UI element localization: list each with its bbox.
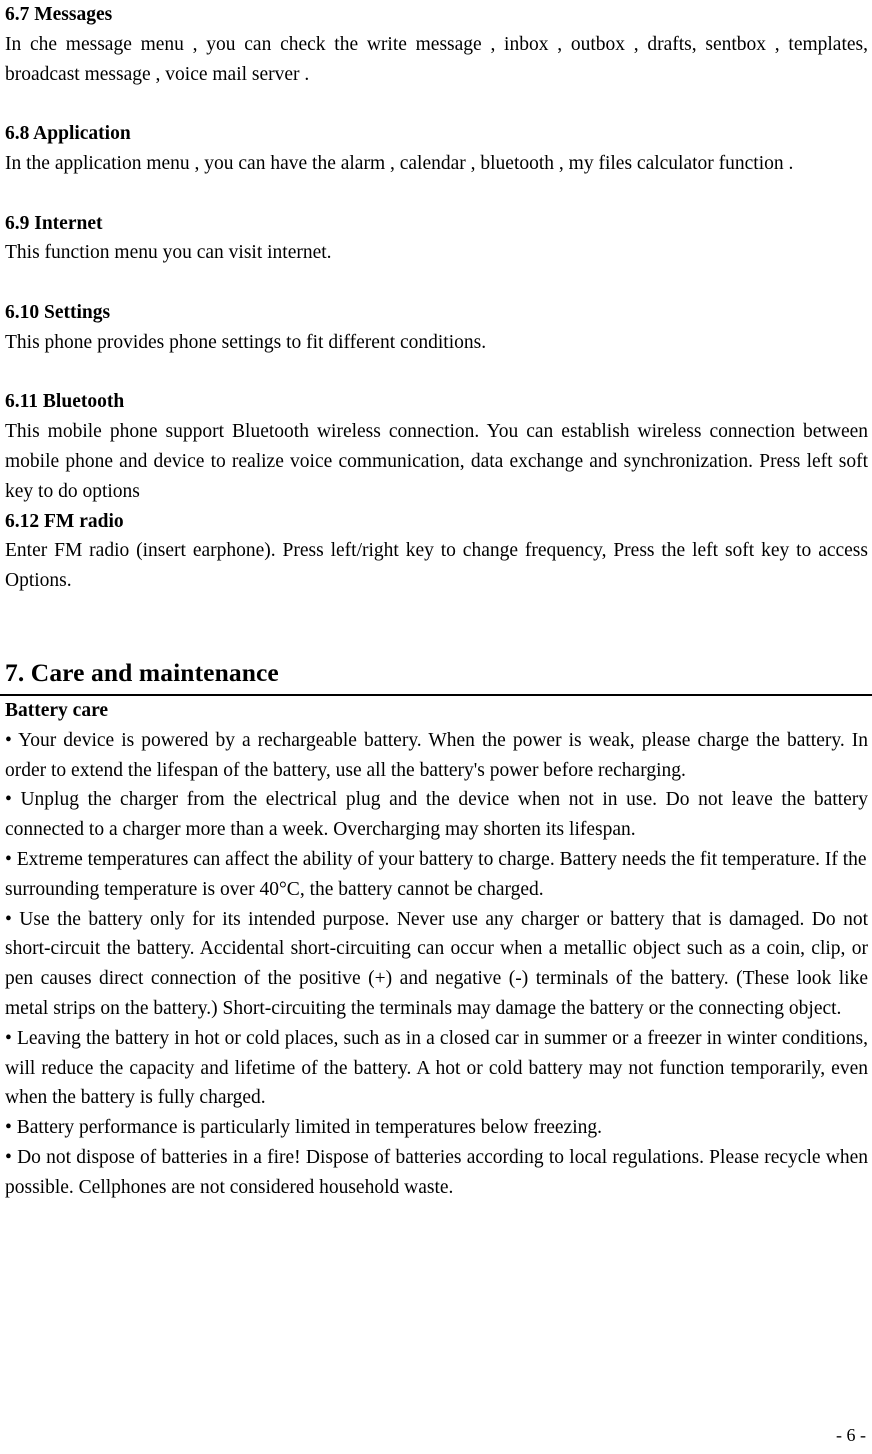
section-heading-messages: 6.7 Messages <box>5 4 113 25</box>
list-item: • Leaving the battery in hot or cold pla… <box>5 1027 868 1109</box>
battery-care-bullet-list: • Your device is powered by a rechargeab… <box>5 726 868 1203</box>
chapter-title: 7. Care and maintenance <box>5 657 279 687</box>
list-item: • Battery performance is particularly li… <box>5 1117 603 1139</box>
section-body-settings: This phone provides phone settings to fi… <box>5 331 487 353</box>
document-page: 6.7 Messages In che message menu , you c… <box>0 0 872 1454</box>
page-number: - 6 - <box>836 1425 866 1445</box>
section-body-messages: In che message menu , you can check the … <box>5 33 868 85</box>
section-heading-bluetooth: 6.11 Bluetooth <box>5 391 125 413</box>
section-body-bluetooth: This mobile phone support Bluetooth wire… <box>5 421 868 502</box>
list-item: • Use the battery only for its intended … <box>5 908 868 1019</box>
document-body: 6.7 Messages In che message menu , you c… <box>0 0 872 1203</box>
section-body-application: In the application menu , you can have t… <box>5 152 794 174</box>
subsection-heading-battery-care: Battery care <box>5 699 109 721</box>
section-heading-fm-radio: 6.12 FM radio <box>5 510 124 532</box>
list-item: • Unplug the charger from the electrical… <box>5 789 868 841</box>
list-item: • Extreme temperatures can affect the ab… <box>5 848 867 900</box>
list-item: • Your device is powered by a rechargeab… <box>5 729 868 781</box>
section-heading-settings: 6.10 Settings <box>5 301 111 323</box>
section-body-fm-radio: Enter FM radio (insert earphone). Press … <box>5 540 868 592</box>
section-heading-application: 6.8 Application <box>5 123 131 145</box>
list-item: • Do not dispose of batteries in a fire!… <box>5 1146 868 1198</box>
section-heading-internet: 6.9 Internet <box>5 212 103 234</box>
section-body-internet: This function menu you can visit interne… <box>5 242 332 264</box>
chapter-spacer <box>5 596 868 654</box>
